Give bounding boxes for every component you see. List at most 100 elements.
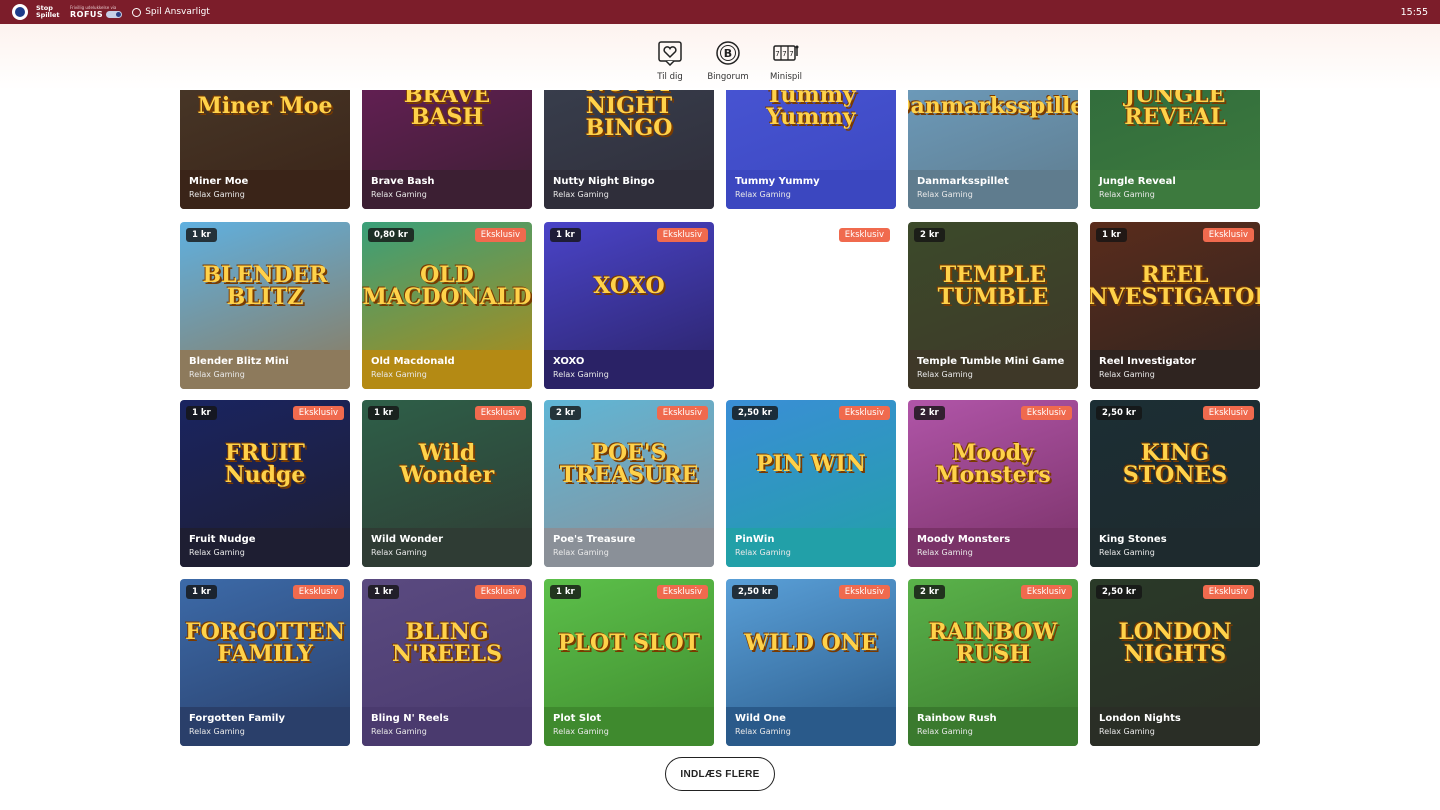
game-provider: Relax Gaming: [917, 370, 973, 379]
exclusive-badge: Eksklusiv: [656, 406, 708, 420]
game-artwork-title: Tummy Yummy: [766, 90, 856, 130]
game-tile-pinwin[interactable]: PIN WIN PinWin Relax Gaming 2,50 kr Eksklusi…: [726, 400, 896, 567]
stake-badge: 1 kr: [550, 228, 581, 242]
game-tile-footer: PinWin Relax Gaming: [726, 528, 896, 567]
game-tile-footer: Brave Bash Relax Gaming: [362, 170, 532, 209]
authority-badge-icon[interactable]: [12, 4, 28, 20]
game-tile-fruit-nudge[interactable]: FRUIT Nudge Fruit Nudge Relax Gaming 1 kr Ek…: [180, 400, 350, 567]
game-title: Tummy Yummy: [735, 176, 820, 187]
responsible-gaming-icon: [132, 7, 142, 17]
game-tile-wild-wonder[interactable]: Wild Wonder Wild Wonder Relax Gaming 1 kr Ek…: [362, 400, 532, 567]
game-tile-footer: Wild Wonder Relax Gaming: [362, 528, 532, 567]
nav-item-til-dig[interactable]: Til dig: [650, 40, 690, 82]
game-provider: Relax Gaming: [1099, 548, 1155, 557]
game-tile-footer: Miner Moe Relax Gaming: [180, 170, 350, 209]
game-tile-footer: Old Macdonald Relax Gaming: [362, 350, 532, 389]
nav-item-bingorum[interactable]: B Bingorum: [707, 40, 749, 82]
game-tile-king-stones[interactable]: KING STONES King Stones Relax Gaming 2,50 k…: [1090, 400, 1260, 567]
game-artwork: JUNGLE REVEAL: [1090, 90, 1260, 170]
game-tile-reel-investigator[interactable]: REEL INVESTIGATOR Reel Investigator Relax …: [1090, 222, 1260, 389]
stake-badge: 1 kr: [1096, 228, 1127, 242]
stake-badge: 2 kr: [914, 406, 945, 420]
game-artwork: NUTTY NIGHT BINGO: [544, 90, 714, 170]
game-tile-danmarksspillet[interactable]: Danmarksspillet Danmarksspillet Relax Gami…: [908, 90, 1078, 209]
game-tile-nutty-night-bingo[interactable]: NUTTY NIGHT BINGO Nutty Night Bingo Relax …: [544, 90, 714, 209]
game-artwork: Miner Moe: [180, 90, 350, 170]
game-tile-moody-monsters[interactable]: Moody Monsters Moody Monsters Relax Gaming…: [908, 400, 1078, 567]
exclusive-badge: Eksklusiv: [656, 585, 708, 599]
exclusive-badge: Eksklusiv: [838, 585, 890, 599]
rofus-link[interactable]: Frivillig udelukkelse via ROFUS: [70, 5, 123, 19]
stake-badge: 1 kr: [550, 585, 581, 599]
game-tile-london-nights[interactable]: LONDON NIGHTS London Nights Relax Gaming 2,…: [1090, 579, 1260, 746]
clock: 15:55: [1400, 6, 1428, 18]
rofus-label: ROFUS: [70, 10, 104, 19]
game-title: Brave Bash: [371, 176, 435, 187]
game-artwork-title: BRAVE BASH: [403, 90, 491, 130]
nav-label-bingorum: Bingorum: [707, 72, 749, 82]
header: Til dig B Bingorum 777 Minispil: [0, 24, 1440, 90]
game-artwork-title: FRUIT Nudge: [224, 440, 306, 488]
game-tile-bling-n-reels[interactable]: BLING N'REELS Bling N' Reels Relax Gaming 1…: [362, 579, 532, 746]
game-tile-jungle-reveal[interactable]: JUNGLE REVEAL Jungle Reveal Relax Gaming: [1090, 90, 1260, 209]
game-tile-footer: Nutty Night Bingo Relax Gaming: [544, 170, 714, 209]
slot-machine-icon: 777: [773, 40, 799, 66]
game-title: Forgotten Family: [189, 713, 285, 724]
game-tile-wild-one[interactable]: WILD ONE Wild One Relax Gaming 2,50 kr Ekskl…: [726, 579, 896, 746]
responsible-gaming-label: Spil Ansvarligt: [145, 7, 210, 17]
game-tile-footer: Temple Tumble Mini Game Relax Gaming: [908, 350, 1078, 389]
game-artwork-title: JUNGLE REVEAL: [1124, 90, 1226, 130]
game-provider: Relax Gaming: [553, 370, 609, 379]
game-tile-xoxo[interactable]: XOXO XOXO Relax Gaming 1 kr Eksklusiv: [544, 222, 714, 389]
game-tile-brave-bash[interactable]: BRAVE BASH Brave Bash Relax Gaming: [362, 90, 532, 209]
game-artwork-title: PLOT SLOT: [557, 630, 701, 656]
game-tile-footer: London Nights Relax Gaming: [1090, 707, 1260, 746]
nav-label-minispil: Minispil: [770, 72, 802, 82]
stake-badge: 1 kr: [186, 228, 217, 242]
game-tile-temple-tumble-mini-game[interactable]: TEMPLE TUMBLE Temple Tumble Mini Game Rela…: [908, 222, 1078, 389]
game-tile-blender-blitz-mini[interactable]: BLENDER BLITZ Blender Blitz Mini Relax Gam…: [180, 222, 350, 389]
game-artwork-title: BLENDER BLITZ: [202, 262, 328, 310]
exclusive-badge: Eksklusiv: [1202, 228, 1254, 242]
game-tile-forgotten-family[interactable]: FORGOTTEN FAMILY Forgotten Family Relax Ga…: [180, 579, 350, 746]
game-title: Miner Moe: [189, 176, 249, 187]
game-tile-blank[interactable]: Eksklusiv: [726, 222, 896, 389]
exclusive-badge: Eksklusiv: [474, 406, 526, 420]
nav-item-minispil[interactable]: 777 Minispil: [766, 40, 806, 82]
game-provider: Relax Gaming: [189, 190, 245, 199]
exclusive-badge: Eksklusiv: [656, 228, 708, 242]
exclusive-badge: Eksklusiv: [838, 406, 890, 420]
game-tile-plot-slot[interactable]: PLOT SLOT Plot Slot Relax Gaming 1 kr Eksklu…: [544, 579, 714, 746]
game-tile-miner-moe[interactable]: Miner Moe Miner Moe Relax Gaming: [180, 90, 350, 209]
game-title: Jungle Reveal: [1099, 176, 1176, 187]
stake-badge: 2,50 kr: [732, 406, 778, 420]
game-title: Plot Slot: [553, 713, 602, 724]
game-artwork-title: TEMPLE TUMBLE: [937, 262, 1049, 310]
game-artwork: BRAVE BASH: [362, 90, 532, 170]
game-artwork-title: Moody Monsters: [935, 440, 1051, 488]
game-provider: Relax Gaming: [371, 370, 427, 379]
game-tile-old-macdonald[interactable]: OLD MACDONALD Old Macdonald Relax Gaming 0,…: [362, 222, 532, 389]
exclusive-badge: Eksklusiv: [838, 228, 890, 242]
game-tile-tummy-yummy[interactable]: Tummy Yummy Tummy Yummy Relax Gaming: [726, 90, 896, 209]
category-nav: Til dig B Bingorum 777 Minispil: [650, 40, 806, 82]
game-title: Wild One: [735, 713, 786, 724]
bingo-ball-icon: B: [715, 40, 741, 66]
exclusive-badge: Eksklusiv: [292, 406, 344, 420]
game-provider: Relax Gaming: [1099, 727, 1155, 736]
game-tile-poe-s-treasure[interactable]: POE'S TREASURE Poe's Treasure Relax Gaming…: [544, 400, 714, 567]
game-artwork-title: POE'S TREASURE: [559, 440, 699, 488]
load-more-button[interactable]: INDLÆS FLERE: [665, 757, 775, 791]
game-tile-footer: Bling N' Reels Relax Gaming: [362, 707, 532, 746]
game-provider: Relax Gaming: [1099, 190, 1155, 199]
stake-badge: 0,80 kr: [368, 228, 414, 242]
game-artwork-title: RAINBOW RUSH: [928, 619, 1058, 667]
game-provider: Relax Gaming: [189, 370, 245, 379]
game-title: Bling N' Reels: [371, 713, 449, 724]
game-provider: Relax Gaming: [735, 190, 791, 199]
game-title: PinWin: [735, 534, 775, 545]
stop-spillet-logo[interactable]: Stop Spillet: [36, 5, 62, 19]
game-title: Blender Blitz Mini: [189, 356, 289, 367]
game-tile-rainbow-rush[interactable]: RAINBOW RUSH Rainbow Rush Relax Gaming 2 kr…: [908, 579, 1078, 746]
responsible-gaming-link[interactable]: Spil Ansvarligt: [132, 7, 210, 17]
